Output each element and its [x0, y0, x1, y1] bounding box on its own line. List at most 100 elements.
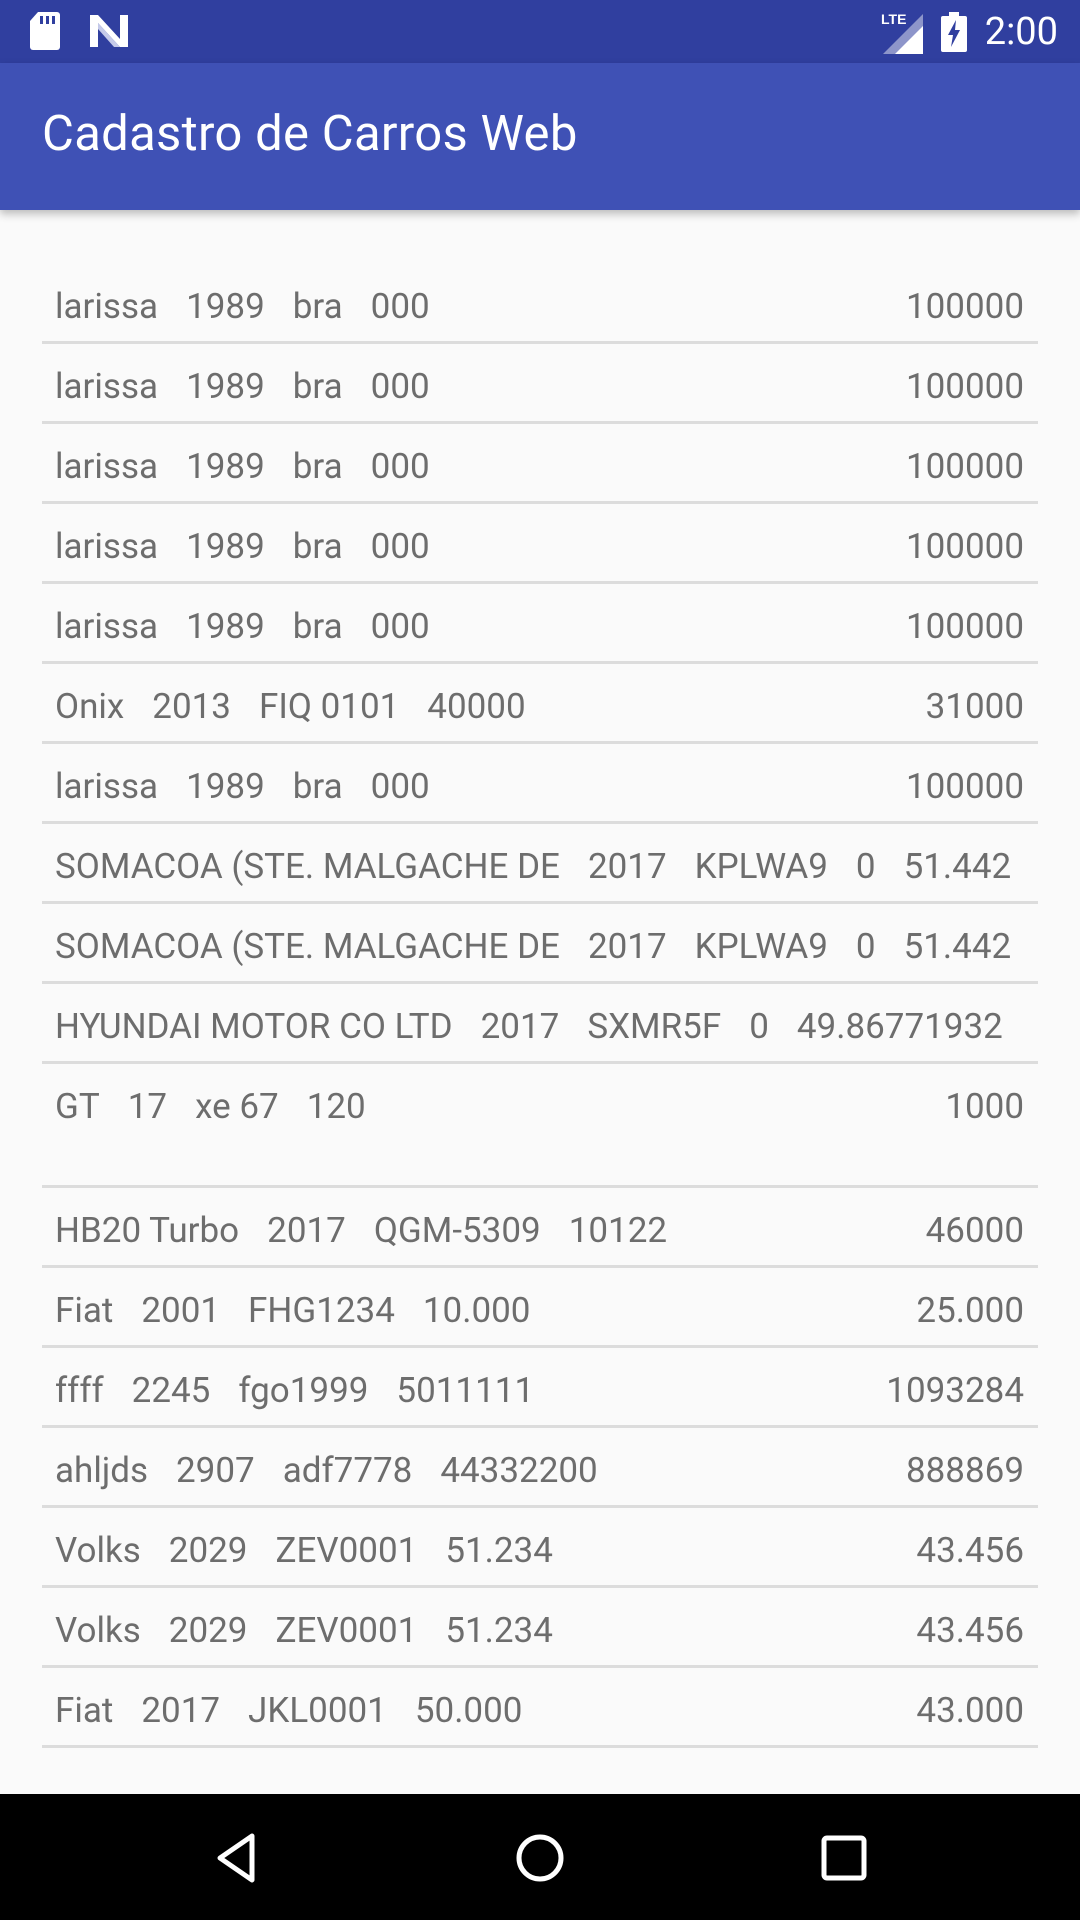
car-price: 100000: [905, 606, 1024, 647]
car-fields: GT 17 xe 67 120: [55, 1086, 366, 1127]
car-field: SOMACOA (STE. MALGACHE DE: [55, 846, 560, 887]
list-item[interactable]: Fiat 2001 FHG1234 10.000 25.000: [42, 1268, 1038, 1348]
car-fields: ffff 2245 fgo1999 5011111: [55, 1370, 534, 1411]
list-item[interactable]: larissa 1989 bra 000 100000: [42, 584, 1038, 664]
list-item[interactable]: larissa 1989 bra 000 100000: [42, 744, 1038, 824]
car-field: 2245: [131, 1370, 211, 1411]
car-fields: HB20 Turbo 2017 QGM-5309 10122: [55, 1210, 667, 1251]
car-price: 46000: [925, 1210, 1024, 1251]
navigation-bar: [0, 1794, 1080, 1920]
car-field: 0: [855, 846, 876, 887]
list-item[interactable]: larissa 1989 bra 000 100000: [42, 344, 1038, 424]
list-item[interactable]: larissa 1989 bra 000 100000: [42, 504, 1038, 584]
car-field: 51.234: [445, 1610, 553, 1651]
car-field: larissa: [55, 446, 159, 487]
home-icon[interactable]: [514, 1832, 566, 1884]
car-field: GT: [55, 1086, 100, 1127]
list-item[interactable]: HYUNDAI MOTOR CO LTD 2017 SXMR5F 0 49.867719…: [42, 984, 1038, 1064]
car-price: 1000: [945, 1086, 1024, 1127]
car-price: 25.000: [916, 1290, 1024, 1331]
car-fields: larissa 1989 bra 000: [55, 606, 430, 647]
n-logo-icon: [90, 15, 128, 47]
car-field: 0: [855, 926, 876, 967]
car-field: larissa: [55, 606, 159, 647]
car-field: 51.234: [445, 1530, 553, 1571]
car-price: 100000: [905, 526, 1024, 567]
car-field: 44332200: [440, 1450, 598, 1491]
list-item[interactable]: Fiat 2017 JKL0001 50.000 43.000: [42, 1668, 1038, 1748]
car-field: 000: [370, 606, 430, 647]
car-fields: SOMACOA (STE. MALGACHE DE 2017 KPLWA9 0 51.4…: [55, 926, 1011, 967]
car-field: Volks: [55, 1610, 141, 1651]
car-fields: ahljds 2907 adf7778 44332200: [55, 1450, 598, 1491]
car-field: Volks: [55, 1530, 141, 1571]
car-field: 2907: [176, 1450, 255, 1491]
car-field: KPLWA9: [694, 926, 828, 967]
car-field: Onix: [55, 686, 125, 727]
car-field: 000: [370, 766, 430, 807]
car-field: 1989: [186, 526, 265, 567]
car-field: FHG1234: [248, 1290, 395, 1331]
car-field: 17: [127, 1086, 168, 1127]
app-bar: Cadastro de Carros Web: [0, 63, 1080, 210]
car-field: bra: [292, 286, 343, 327]
car-field: 000: [370, 366, 430, 407]
lte-label: LTE: [881, 11, 906, 27]
list-item[interactable]: larissa 1989 bra 000 100000: [42, 424, 1038, 504]
battery-charging-icon: [940, 12, 967, 52]
car-list[interactable]: larissa 1989 bra 000 100000 larissa 1989 bra 000…: [42, 264, 1038, 1748]
car-field: xe 67: [195, 1086, 279, 1127]
car-fields: Volks 2029 ZEV0001 51.234: [55, 1530, 553, 1571]
car-price: 100000: [905, 766, 1024, 807]
car-field: Fiat: [55, 1290, 114, 1331]
list-item[interactable]: Volks 2029 ZEV0001 51.234 43.456: [42, 1588, 1038, 1668]
list-item[interactable]: HB20 Turbo 2017 QGM-5309 10122 46000: [42, 1188, 1038, 1268]
car-price: 43.456: [916, 1610, 1024, 1651]
car-field: 2013: [152, 686, 231, 727]
car-field: 2017: [587, 846, 667, 887]
car-price: 100000: [905, 286, 1024, 327]
list-item[interactable]: SOMACOA (STE. MALGACHE DE 2017 KPLWA9 0 51.4…: [42, 904, 1038, 984]
car-field: bra: [292, 606, 343, 647]
car-field: 000: [370, 526, 430, 567]
car-field: larissa: [55, 766, 159, 807]
car-field: SOMACOA (STE. MALGACHE DE: [55, 926, 560, 967]
car-field: 10122: [568, 1210, 668, 1251]
car-field: 40000: [427, 686, 526, 727]
car-field: ffff: [55, 1370, 104, 1411]
car-price: 43.000: [916, 1690, 1024, 1731]
car-price: 100000: [905, 446, 1024, 487]
sd-card-icon: [30, 12, 60, 50]
car-fields: larissa 1989 bra 000: [55, 766, 430, 807]
list-item[interactable]: Onix 2013 FIQ 0101 40000 31000: [42, 664, 1038, 744]
car-fields: Onix 2013 FIQ 0101 40000: [55, 686, 526, 727]
car-field: ahljds: [55, 1450, 149, 1491]
list-item[interactable]: ahljds 2907 adf7778 44332200 888869: [42, 1428, 1038, 1508]
car-field: 2029: [168, 1610, 248, 1651]
list-item[interactable]: ffff 2245 fgo1999 5011111 1093284: [42, 1348, 1038, 1428]
car-field: QGM-5309: [373, 1210, 541, 1251]
car-field: adf7778: [282, 1450, 413, 1491]
list-item[interactable]: SOMACOA (STE. MALGACHE DE 2017 KPLWA9 0 51.4…: [42, 824, 1038, 904]
car-field: 120: [306, 1086, 366, 1127]
car-field: 49.86771932: [796, 1006, 1003, 1047]
car-field: SXMR5F: [587, 1006, 722, 1047]
car-price: 43.456: [916, 1530, 1024, 1571]
car-field: 1989: [186, 606, 265, 647]
list-item[interactable]: larissa 1989 bra 000 100000: [42, 264, 1038, 344]
list-item[interactable]: Volks 2029 ZEV0001 51.234 43.456: [42, 1508, 1038, 1588]
car-price: 888869: [905, 1450, 1024, 1491]
car-fields: Fiat 2017 JKL0001 50.000: [55, 1690, 522, 1731]
car-field: 2029: [168, 1530, 248, 1571]
car-field: 10.000: [422, 1290, 531, 1331]
recents-icon[interactable]: [818, 1832, 870, 1884]
app-title: Cadastro de Carros Web: [42, 105, 578, 162]
car-field: larissa: [55, 286, 159, 327]
car-fields: Volks 2029 ZEV0001 51.234: [55, 1610, 553, 1651]
car-field: larissa: [55, 366, 159, 407]
car-field: bra: [292, 366, 343, 407]
car-field: 0: [749, 1006, 769, 1047]
car-fields: larissa 1989 bra 000: [55, 366, 430, 407]
back-icon[interactable]: [212, 1832, 264, 1884]
list-item[interactable]: GT 17 xe 67 120 1000: [42, 1064, 1038, 1188]
